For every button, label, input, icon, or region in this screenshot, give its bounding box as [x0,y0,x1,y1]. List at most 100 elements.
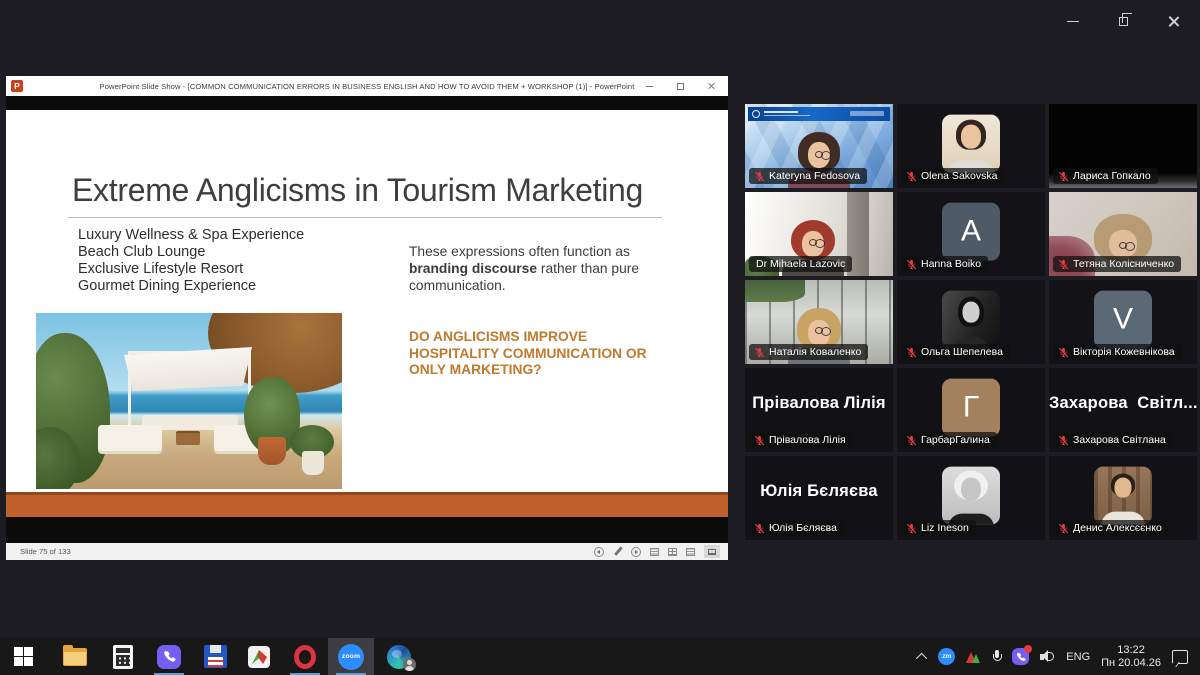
participant-tile[interactable]: Тетяна Колісниченко [1049,192,1197,276]
windows-logo-icon [14,647,33,666]
participant-tile[interactable]: Прівалова Лілія Прівалова Лілія [745,368,893,452]
language-indicator[interactable]: ENG [1066,651,1090,663]
folder-icon [63,648,87,666]
title-divider [68,217,662,218]
slide-canvas[interactable]: Extreme Anglicisms in Tourism Marketing … [6,110,728,517]
mic-muted-icon [1058,435,1069,446]
bullet-item: Beach Club Lounge [78,244,304,261]
slideshow-view-button[interactable] [704,545,720,558]
ppt-close-button[interactable] [704,79,718,93]
pen-tool-button[interactable] [613,547,622,556]
bullet-item: Exclusive Lifestyle Resort [78,261,304,278]
participant-tile[interactable]: Olena Sakovska [897,104,1045,188]
reading-view-button[interactable] [686,548,695,556]
participant-tile[interactable]: Kateryna Fedosova [745,104,893,188]
viber-icon [157,645,181,669]
ppt-maximize-button[interactable] [673,79,687,93]
slide-question-text: DO ANGLICISMS IMPROVE HOSPITALITY COMMUN… [409,329,677,379]
powerpoint-titlebar: P PowerPoint Slide Show - [COMMON COMMUN… [6,76,728,96]
notification-badge [1024,645,1032,653]
minimize-button[interactable] [1060,8,1086,34]
zoom-icon: zoom [338,644,364,670]
powerpoint-statusbar: Slide 75 of 133 [6,543,728,560]
participant-name-label: ГарбарГалина [901,432,997,448]
powerpoint-shared-window: P PowerPoint Slide Show - [COMMON COMMUN… [6,76,728,560]
action-center-icon[interactable] [1172,650,1188,664]
slide-footer-bar [6,492,728,517]
tray-date: Пн 20.04.26 [1101,657,1161,670]
mic-muted-icon [906,435,917,446]
viber-button[interactable] [146,638,192,675]
participant-name-label: Прівалова Лілія [749,432,853,448]
participant-tile[interactable]: Юлія Бєляєва Юлія Бєляєва [745,456,893,540]
participant-tile[interactable]: Лариса Гопкало [1049,104,1197,188]
mic-muted-icon [754,523,765,534]
microphone-tray-icon[interactable] [992,650,1001,664]
ppt-minimize-button[interactable] [642,79,656,93]
opera-button[interactable] [282,638,328,675]
beach-lounge-photo [36,313,342,489]
save-app-button[interactable] [192,638,238,675]
opera-icon [294,645,316,669]
calculator-icon [113,645,133,669]
previous-slide-button[interactable] [594,547,604,557]
participant-name-label: Денис Алексєєнко [1053,520,1169,536]
zoom-tray-icon[interactable]: zm [938,648,955,665]
powerpoint-title: PowerPoint Slide Show - [COMMON COMMUNIC… [6,82,728,91]
tray-expand-chevron-icon[interactable] [916,652,927,663]
media-app-button[interactable] [236,638,282,675]
mic-muted-icon [906,259,917,270]
participant-display-name: Прівалова Лілія [745,394,893,413]
mic-muted-icon [1058,347,1069,358]
participant-name-label: Лариса Гопкало [1053,168,1158,184]
participant-gallery: Kateryna Fedosova Olena Sakovska Лариса … [745,104,1197,540]
edge-button[interactable] [376,638,422,675]
participant-name-label: Захарова Світлана [1053,432,1173,448]
participant-tile[interactable]: Наталія Коваленко [745,280,893,364]
clock[interactable]: 13:22 Пн 20.04.26 [1101,644,1161,670]
file-explorer-button[interactable] [52,638,98,675]
zoom-app-button[interactable]: zoom [328,638,374,675]
viber-tray-icon[interactable] [1012,648,1029,665]
mic-muted-icon [906,171,917,182]
participant-tile-active-speaker[interactable]: Dr Mihaela Lazovic [745,192,893,276]
normal-view-button[interactable] [650,548,659,556]
mic-muted-icon [1058,259,1069,270]
letter-avatar: Г [942,379,1000,437]
participant-tile[interactable]: Г ГарбарГалина [897,368,1045,452]
profile-photo-avatar [942,115,1000,173]
mic-muted-icon [754,435,765,446]
participant-tile[interactable]: Liz Ineson [897,456,1045,540]
mic-muted-icon [1058,171,1069,182]
mic-muted-icon [754,347,765,358]
letter-avatar: A [942,203,1000,261]
media-app-icon [247,645,271,669]
mic-muted-icon [754,171,765,182]
tray-time: 13:22 [1101,644,1161,657]
red-green-tray-icon[interactable] [966,651,981,663]
participant-tile[interactable]: Денис Алексєєнко [1049,456,1197,540]
participant-name-label: Liz Ineson [901,520,976,536]
participant-display-name: Юлія Бєляєва [745,482,893,501]
letter-avatar: V [1094,291,1152,349]
participant-tile[interactable]: Захарова Світл... Захарова Світлана [1049,368,1197,452]
participant-tile[interactable]: V Вікторія Кожевнікова [1049,280,1197,364]
profile-photo-avatar [942,291,1000,349]
participant-tile[interactable]: Ольга Шепелева [897,280,1045,364]
slide-body-text: These expressions often function as bran… [409,243,651,294]
participant-name-label: Тетяна Колісниченко [1053,256,1181,272]
bullet-item: Luxury Wellness & Spa Experience [78,227,304,244]
powerpoint-app-icon: P [11,80,23,92]
restore-button[interactable] [1110,8,1136,34]
profile-photo-avatar [1094,467,1152,525]
calculator-button[interactable] [100,638,146,675]
slide-bullet-list: Luxury Wellness & Spa Experience Beach C… [78,227,304,295]
participant-tile[interactable]: A Hanna Boiko [897,192,1045,276]
zoom-window-controls [1060,8,1192,34]
next-slide-button[interactable] [631,547,641,557]
start-button[interactable] [0,638,46,675]
edge-profile-avatar [403,658,416,671]
speaker-tray-icon[interactable] [1040,650,1055,663]
close-button[interactable] [1160,8,1186,34]
slide-sorter-view-button[interactable] [668,548,677,556]
